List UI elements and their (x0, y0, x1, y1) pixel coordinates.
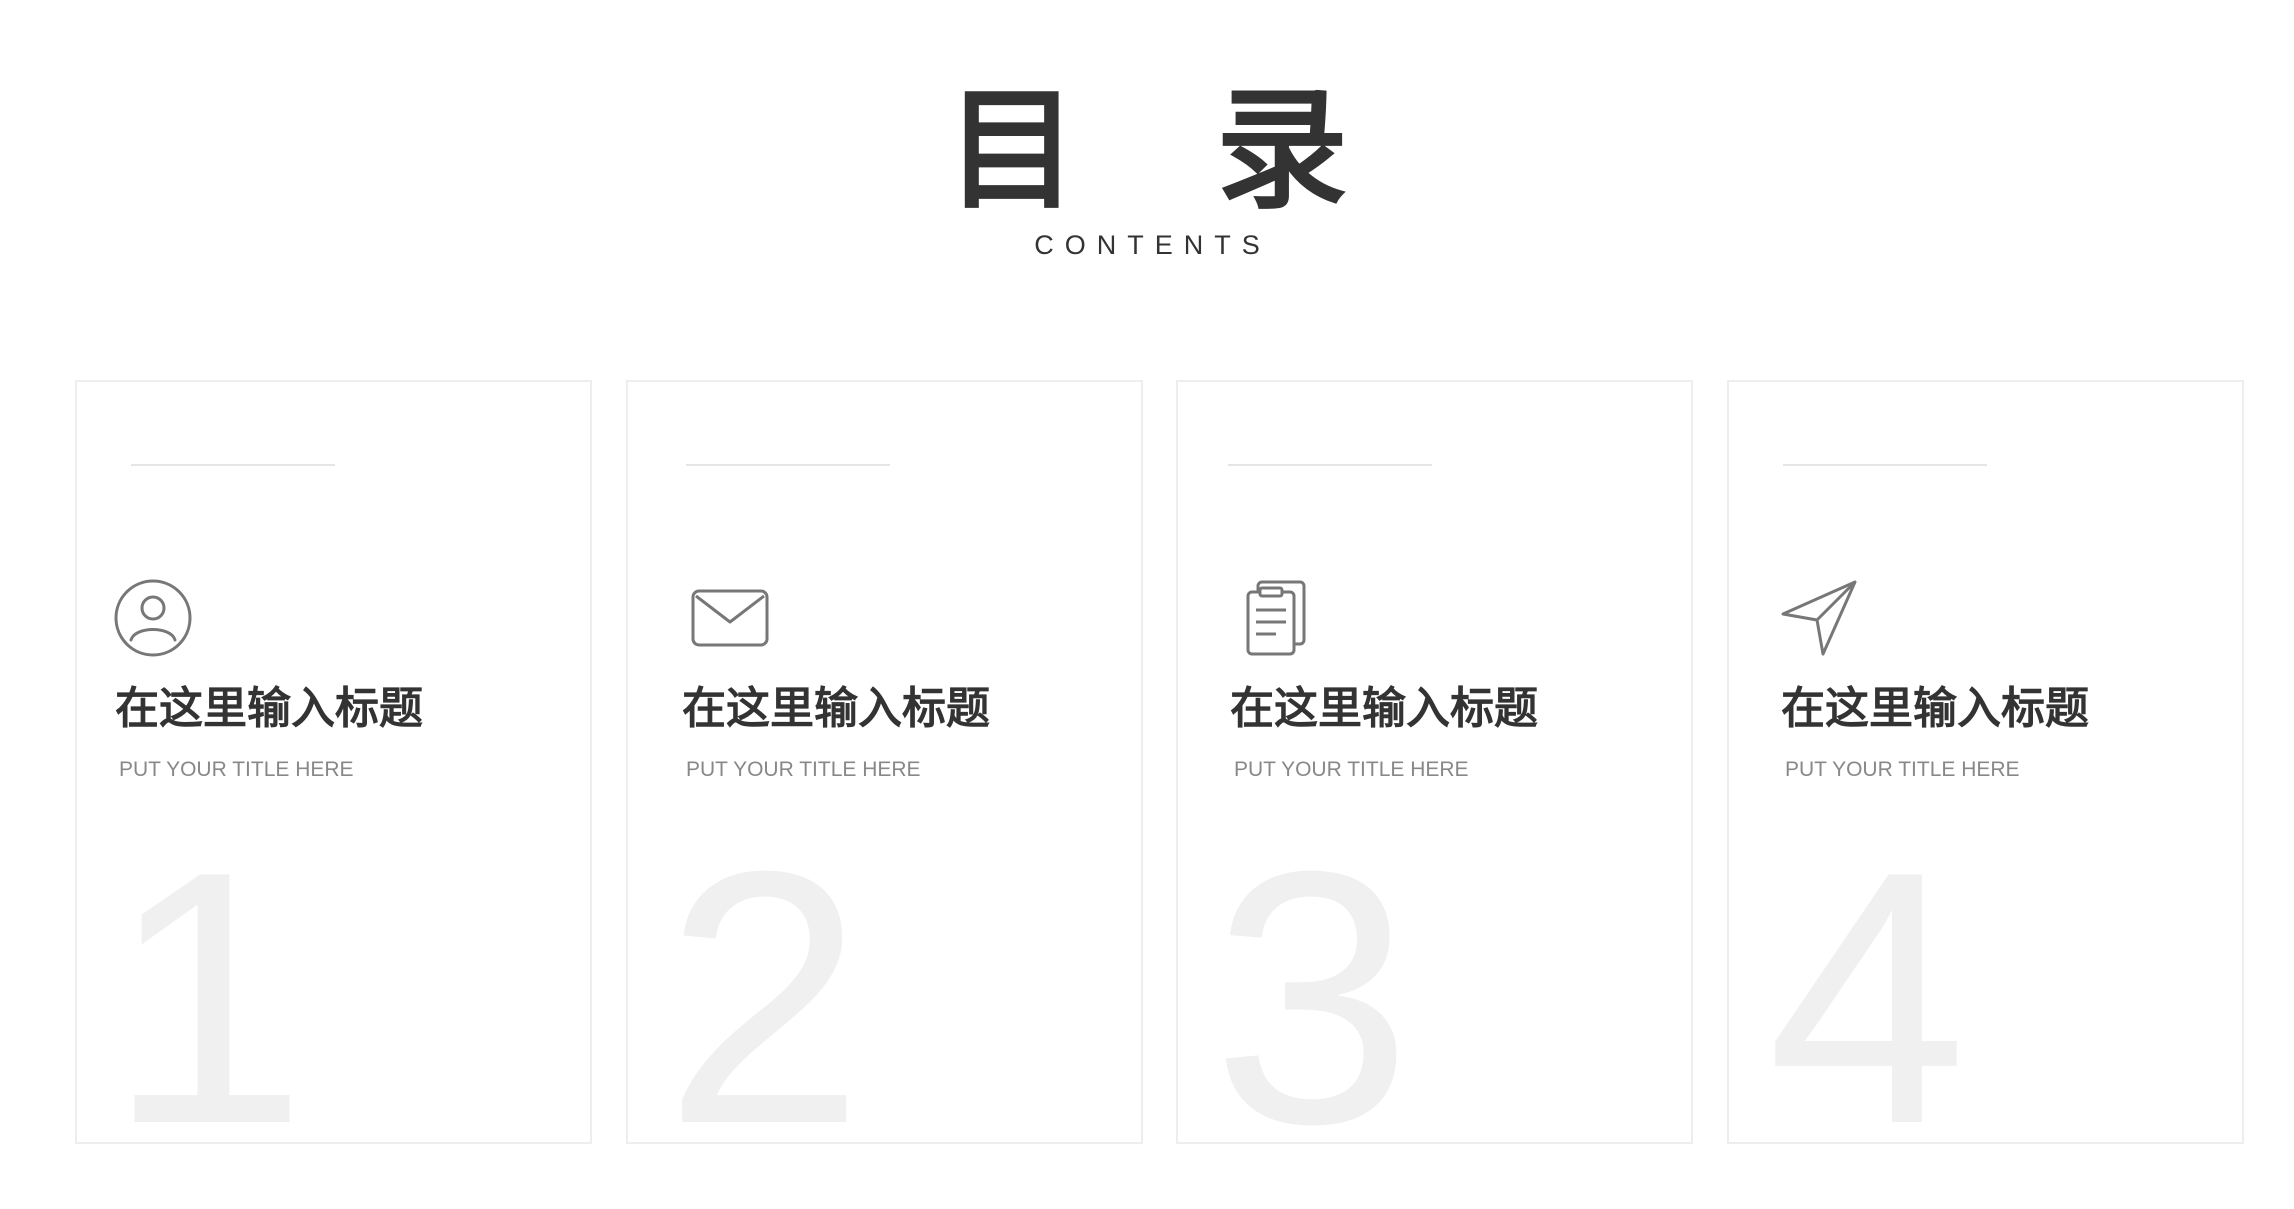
card-number: 3 (1212, 797, 1413, 1144)
page-title: 目 录 (946, 74, 1394, 228)
contents-card-4[interactable]: 在这里输入标题 PUT YOUR TITLE HERE 4 (1727, 380, 2244, 1144)
card-title: 在这里输入标题 (1781, 683, 2089, 734)
contents-card-3[interactable]: 在这里输入标题 PUT YOUR TITLE HERE 3 (1176, 380, 1693, 1144)
card-subtitle: PUT YOUR TITLE HERE (1785, 758, 2020, 781)
card-subtitle: PUT YOUR TITLE HERE (119, 758, 354, 781)
user-icon (113, 578, 193, 658)
contents-card-1[interactable]: 在这里输入标题 PUT YOUR TITLE HERE 1 (75, 380, 592, 1144)
card-title: 在这里输入标题 (115, 683, 423, 734)
card-number: 2 (664, 797, 865, 1144)
clipboard-icon (1234, 578, 1314, 658)
card-divider (1783, 464, 1987, 466)
contents-card-2[interactable]: 在这里输入标题 PUT YOUR TITLE HERE 2 (626, 380, 1143, 1144)
card-number: 1 (107, 797, 308, 1144)
card-title: 在这里输入标题 (1230, 683, 1538, 734)
page-subtitle: CONTENTS (1034, 230, 1271, 260)
card-subtitle: PUT YOUR TITLE HERE (686, 758, 921, 781)
card-number: 4 (1767, 797, 1968, 1144)
card-subtitle: PUT YOUR TITLE HERE (1234, 758, 1469, 781)
card-divider (131, 464, 335, 466)
card-divider (1228, 464, 1432, 466)
card-divider (686, 464, 890, 466)
mail-icon (690, 578, 770, 658)
card-title: 在这里输入标题 (682, 683, 990, 734)
send-icon (1779, 578, 1859, 658)
